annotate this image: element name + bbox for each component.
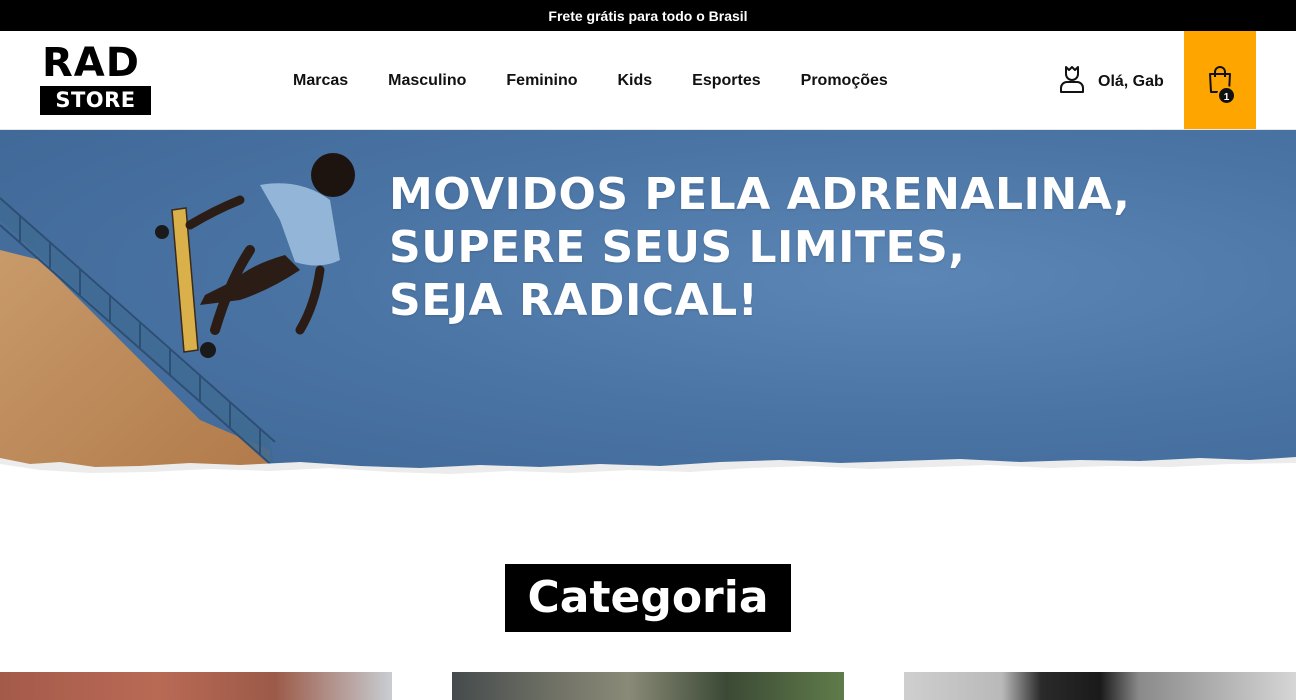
cart-count-badge: 1 — [1217, 86, 1236, 105]
main-nav: Marcas Masculino Feminino Kids Esportes … — [293, 31, 888, 130]
logo-line2: STORE — [40, 86, 151, 115]
account-greeting: Olá, Gab — [1098, 72, 1164, 90]
user-icon — [1058, 64, 1086, 99]
site-header: RAD STORE Marcas Masculino Feminino Kids… — [0, 31, 1296, 130]
category-card[interactable] — [452, 672, 844, 700]
logo-line1: RAD — [42, 40, 140, 86]
hero-banner: MOVIDOS PELA ADRENALINA, SUPERE SEUS LIM… — [0, 130, 1296, 500]
category-heading: Categoria — [505, 564, 791, 632]
category-card[interactable] — [0, 672, 392, 700]
hero-line-1: MOVIDOS PELA ADRENALINA, — [389, 169, 1131, 220]
announcement-text: Frete grátis para todo o Brasil — [548, 7, 748, 24]
category-card[interactable] — [904, 672, 1296, 700]
cart-button[interactable] — [1184, 31, 1256, 129]
announcement-bar: Frete grátis para todo o Brasil — [0, 0, 1296, 31]
nav-item-esportes[interactable]: Esportes — [692, 72, 760, 90]
rad-store-logo[interactable]: RAD STORE — [40, 41, 151, 116]
torn-paper-edge — [0, 457, 1296, 500]
hero-line-2: SUPERE SEUS LIMITES, — [389, 222, 966, 273]
nav-item-promocoes[interactable]: Promoções — [801, 72, 888, 90]
hero-line-3: SEJA RADICAL! — [389, 275, 759, 326]
nav-item-feminino[interactable]: Feminino — [506, 72, 577, 90]
nav-item-marcas[interactable]: Marcas — [293, 72, 348, 90]
nav-item-kids[interactable]: Kids — [618, 72, 653, 90]
nav-item-masculino[interactable]: Masculino — [388, 72, 466, 90]
hero-headline: MOVIDOS PELA ADRENALINA, SUPERE SEUS LIM… — [389, 168, 1130, 327]
account-link[interactable]: Olá, Gab — [1058, 64, 1164, 99]
